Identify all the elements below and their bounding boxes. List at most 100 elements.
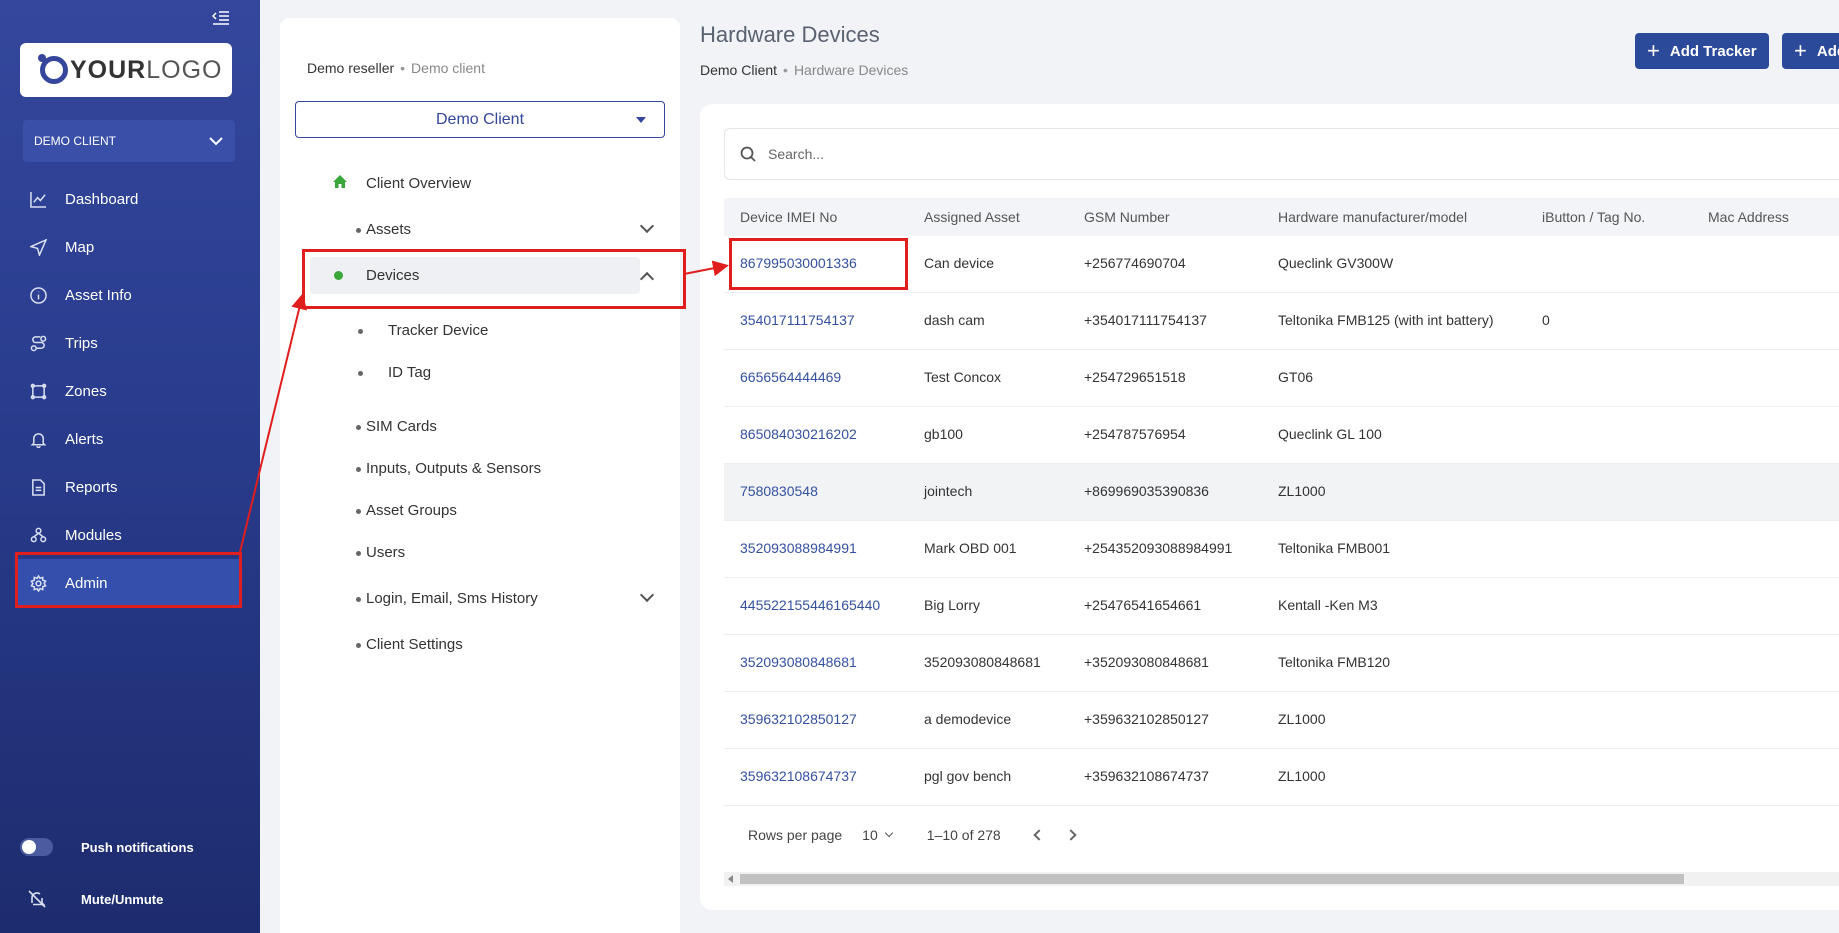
table-header: Device IMEI No Assigned Asset GSM Number… <box>724 198 1839 236</box>
pagination-range: 1–10 of 278 <box>926 827 1001 843</box>
bullet <box>358 371 363 376</box>
table-row[interactable]: 445522155446165440 Big Lorry +254765416546… <box>724 578 1839 635</box>
document-icon <box>32 478 45 496</box>
scroll-left-icon[interactable] <box>728 875 733 883</box>
column-header-model[interactable]: Hardware manufacturer/model <box>1278 209 1467 225</box>
menu-asset-groups-label: Asset Groups <box>366 502 457 519</box>
sidebar-item-asset-info[interactable]: Asset Info <box>0 271 260 319</box>
cell-model: Queclink GV300W <box>1278 255 1394 271</box>
table-row[interactable]: 354017111754137 dash cam +354017111754137 T… <box>724 293 1839 350</box>
column-header-gsm[interactable]: GSM Number <box>1084 209 1170 225</box>
cell-model: Teltonika FMB001 <box>1278 540 1391 556</box>
menu-id-tag-label: ID Tag <box>388 364 432 381</box>
breadcrumb-reseller[interactable]: Demo reseller <box>307 60 394 76</box>
chevron-down-icon <box>209 136 223 145</box>
menu-asset-groups[interactable]: Asset Groups <box>356 502 457 519</box>
menu-id-tag[interactable]: ID Tag <box>358 364 432 381</box>
add-secondary-label: Add <box>1816 42 1839 60</box>
sidebar-item-trips[interactable]: Trips <box>0 319 260 367</box>
table-row[interactable]: 352093088984991 Mark OBD 001 +254352093088… <box>724 521 1839 578</box>
cell-imei[interactable]: 7580830548 <box>740 483 818 499</box>
sidebar-item-label: Zones <box>65 382 107 400</box>
logo-mark-icon <box>38 54 68 84</box>
menu-assets[interactable]: Assets <box>356 221 412 238</box>
next-page-icon[interactable] <box>1065 829 1077 841</box>
menu-inputs-outputs[interactable]: Inputs, Outputs & Sensors <box>356 460 541 477</box>
admin-menu-panel: Demo reseller • Demo client Demo Client Cl… <box>280 18 680 933</box>
cell-asset: jointech <box>924 483 973 499</box>
cell-tag: 0 <box>1542 312 1550 328</box>
search-bar[interactable] <box>724 128 1839 180</box>
column-header-tag[interactable]: iButton / Tag No. <box>1542 209 1645 225</box>
info-circle-icon <box>30 286 47 304</box>
table-row[interactable]: 359632108674737 pgl gov bench +35963210867… <box>724 749 1839 806</box>
cell-gsm: +25476541654661 <box>1084 597 1202 613</box>
chart-line-icon <box>30 191 47 208</box>
cell-gsm: +869969035390836 <box>1084 483 1209 499</box>
sidebar-item-label: Dashboard <box>65 190 139 208</box>
sidebar-item-map[interactable]: Map <box>0 223 260 271</box>
chevron-down-icon[interactable] <box>639 587 655 603</box>
scrollbar-thumb[interactable] <box>740 874 1684 884</box>
table-row[interactable]: 352093080848681 352093080848681 +352093080… <box>724 635 1839 692</box>
menu-users[interactable]: Users <box>356 544 405 561</box>
logo-text-bold: YOUR <box>70 55 147 84</box>
cell-asset: Can device <box>924 255 995 271</box>
menu-sim-cards[interactable]: SIM Cards <box>356 418 437 435</box>
collapse-sidebar-icon[interactable] <box>211 10 230 26</box>
cell-imei[interactable]: 6656564444469 <box>740 369 841 385</box>
add-button-secondary[interactable]: + Add <box>1782 33 1839 69</box>
push-notifications-toggle[interactable] <box>20 838 53 856</box>
client-selector[interactable]: DEMO CLIENT <box>23 120 235 162</box>
chevron-down-icon[interactable] <box>639 218 655 234</box>
menu-tracker-device[interactable]: Tracker Device <box>358 322 488 339</box>
menu-client-overview[interactable]: Client Overview <box>366 175 471 192</box>
column-header-mac[interactable]: Mac Address <box>1708 209 1789 225</box>
cell-asset: a demodevice <box>924 711 1012 727</box>
column-header-imei[interactable]: Device IMEI No <box>740 209 837 225</box>
prev-page-icon[interactable] <box>1033 829 1045 841</box>
sidebar-item-zones[interactable]: Zones <box>0 367 260 415</box>
cell-imei[interactable]: 445522155446165440 <box>740 597 880 613</box>
cell-gsm: +352093080848681 <box>1084 654 1209 670</box>
sidebar-item-alerts[interactable]: Alerts <box>0 415 260 463</box>
menu-login-history-label: Login, Email, Sms History <box>366 590 538 607</box>
client-dropdown[interactable]: Demo Client <box>295 101 665 138</box>
main-breadcrumb: Demo Client • Hardware Devices <box>700 62 909 78</box>
cell-asset: Test Concox <box>924 369 1002 385</box>
sidebar-item-label: Modules <box>65 526 122 544</box>
sidebar-item-label: Alerts <box>65 430 104 448</box>
main-breadcrumb-current: Hardware Devices <box>793 62 909 78</box>
cell-imei[interactable]: 865084030216202 <box>740 426 857 442</box>
cell-model: Teltonika FMB125 (with int battery) <box>1278 312 1494 328</box>
menu-client-settings[interactable]: Client Settings <box>356 636 463 653</box>
rows-per-page-label: Rows per page <box>748 827 843 843</box>
modules-icon <box>30 527 47 542</box>
table-row[interactable]: 359632102850127 a demodevice +359632102850… <box>724 692 1839 749</box>
menu-assets-label: Assets <box>366 221 412 238</box>
imei-highlight-box <box>729 238 908 290</box>
rows-per-page-select[interactable]: 10 <box>862 827 893 843</box>
cell-imei[interactable]: 354017111754137 <box>740 312 855 328</box>
menu-login-history[interactable]: Login, Email, Sms History <box>356 590 538 607</box>
route-icon <box>30 335 47 351</box>
cell-imei[interactable]: 359632102850127 <box>740 711 857 727</box>
table-row[interactable]: 7580830548 jointech +869969035390836 ZL1000 <box>724 464 1839 521</box>
table-row[interactable]: 865084030216202 gb100 +254787576954 Queclin… <box>724 407 1839 464</box>
mute-row[interactable]: Mute/Unmute <box>28 890 163 908</box>
sidebar-item-reports[interactable]: Reports <box>0 463 260 511</box>
cell-imei[interactable]: 359632108674737 <box>740 768 857 784</box>
cell-imei[interactable]: 352093080848681 <box>740 654 857 670</box>
cell-model: ZL1000 <box>1278 768 1326 784</box>
search-input[interactable] <box>768 146 1268 162</box>
caret-down-icon <box>636 117 646 123</box>
table-row[interactable]: 6656564444469 Test Concox +254729651518 GT0… <box>724 350 1839 407</box>
column-header-asset[interactable]: Assigned Asset <box>924 209 1020 225</box>
sidebar-item-dashboard[interactable]: Dashboard <box>0 175 260 223</box>
bell-icon <box>30 432 47 448</box>
main-breadcrumb-client[interactable]: Demo Client <box>700 62 777 78</box>
cell-imei[interactable]: 352093088984991 <box>740 540 857 556</box>
home-icon <box>333 175 347 188</box>
horizontal-scrollbar[interactable] <box>724 872 1839 886</box>
add-tracker-button[interactable]: + Add Tracker <box>1635 33 1769 69</box>
